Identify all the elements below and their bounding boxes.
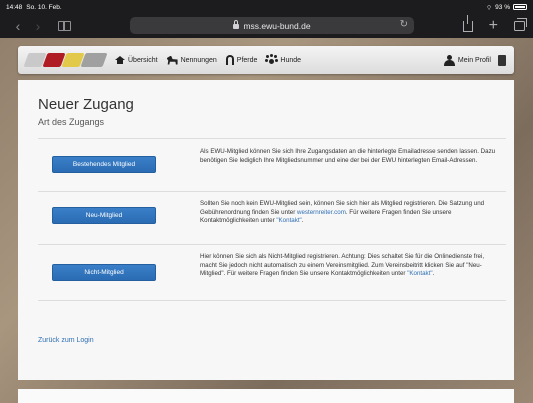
non-member-button[interactable]: Nicht-Mitglied [52,264,156,281]
profile-label: Mein Profil [457,56,491,64]
share-icon[interactable] [462,14,473,32]
contact-link[interactable]: "Kontakt" [276,217,301,224]
divider [38,138,506,139]
westernreiter-link[interactable]: westernreiter.com [297,209,346,216]
status-time: 14:48 [6,3,23,11]
nav-item-overview[interactable]: Übersicht [115,56,158,64]
address-bar[interactable]: mss.ewu-bund.de ↻ [130,17,414,34]
horse-rider-icon [166,55,178,65]
text-fragment: . [432,270,435,278]
divider [38,300,506,301]
site-navigation: Übersicht Nennungen Pferde Hunde Mein Pr… [18,46,514,74]
nav-item-dogs[interactable]: Hunde [266,55,301,65]
new-member-text: Sollten Sie noch kein EWU-Mitglied sein,… [200,200,496,226]
document-icon[interactable] [498,54,506,66]
url-text: mss.ewu-bund.de [243,20,311,31]
battery-percent: 93 % [495,3,510,11]
text-fragment: . [301,217,304,225]
wifi-icon: ⌔ [486,4,493,12]
text-fragment: Hier können Sie sich als Nicht-Mitglied … [200,253,485,278]
nav-item-profile[interactable]: Mein Profil [443,54,506,66]
tabs-icon[interactable] [514,18,527,31]
lock-icon [233,20,240,29]
browser-toolbar: ‹ › mss.ewu-bund.de ↻ + [0,14,533,38]
horseshoe-icon [225,55,234,65]
nav-item-label: Nennungen [180,56,217,64]
ewu-logo[interactable] [23,53,108,67]
footer-card [18,389,514,403]
status-bar: 14:48 So. 10. Feb. ⌔ 93 % [0,0,533,14]
nav-item-entries[interactable]: Nennungen [166,55,217,65]
bookmarks-icon[interactable] [58,21,71,31]
nav-item-label: Hunde [280,56,302,64]
forward-icon[interactable]: › [28,19,48,33]
reload-icon[interactable]: ↻ [400,19,408,30]
contact-link[interactable]: "Kontakt" [407,270,432,277]
back-to-login-link[interactable]: Zurück zum Login [38,337,94,344]
registration-card: Neuer Zugang Art des Zugangs Bestehendes… [18,80,514,380]
new-tab-icon[interactable]: + [489,18,498,34]
nav-item-horses[interactable]: Pferde [225,55,258,65]
nav-item-label: Übersicht [128,56,158,64]
nav-item-label: Pferde [236,56,258,64]
status-date: So. 10. Feb. [26,3,62,11]
divider [38,244,506,245]
house-icon [115,56,125,64]
battery-icon [513,4,527,10]
page-title: Neuer Zugang [38,96,134,113]
new-member-button[interactable]: Neu-Mitglied [52,207,156,224]
non-member-text: Hier können Sie sich als Nicht-Mitglied … [200,253,496,279]
back-icon[interactable]: ‹ [8,19,28,33]
page-subtitle: Art des Zugangs [38,117,105,127]
avatar-icon [443,54,455,66]
existing-member-button[interactable]: Bestehendes Mitglied [52,156,156,173]
paw-icon [266,55,277,65]
divider [38,191,506,192]
existing-member-text: Als EWU-Mitglied können Sie sich Ihre Zu… [200,148,496,164]
